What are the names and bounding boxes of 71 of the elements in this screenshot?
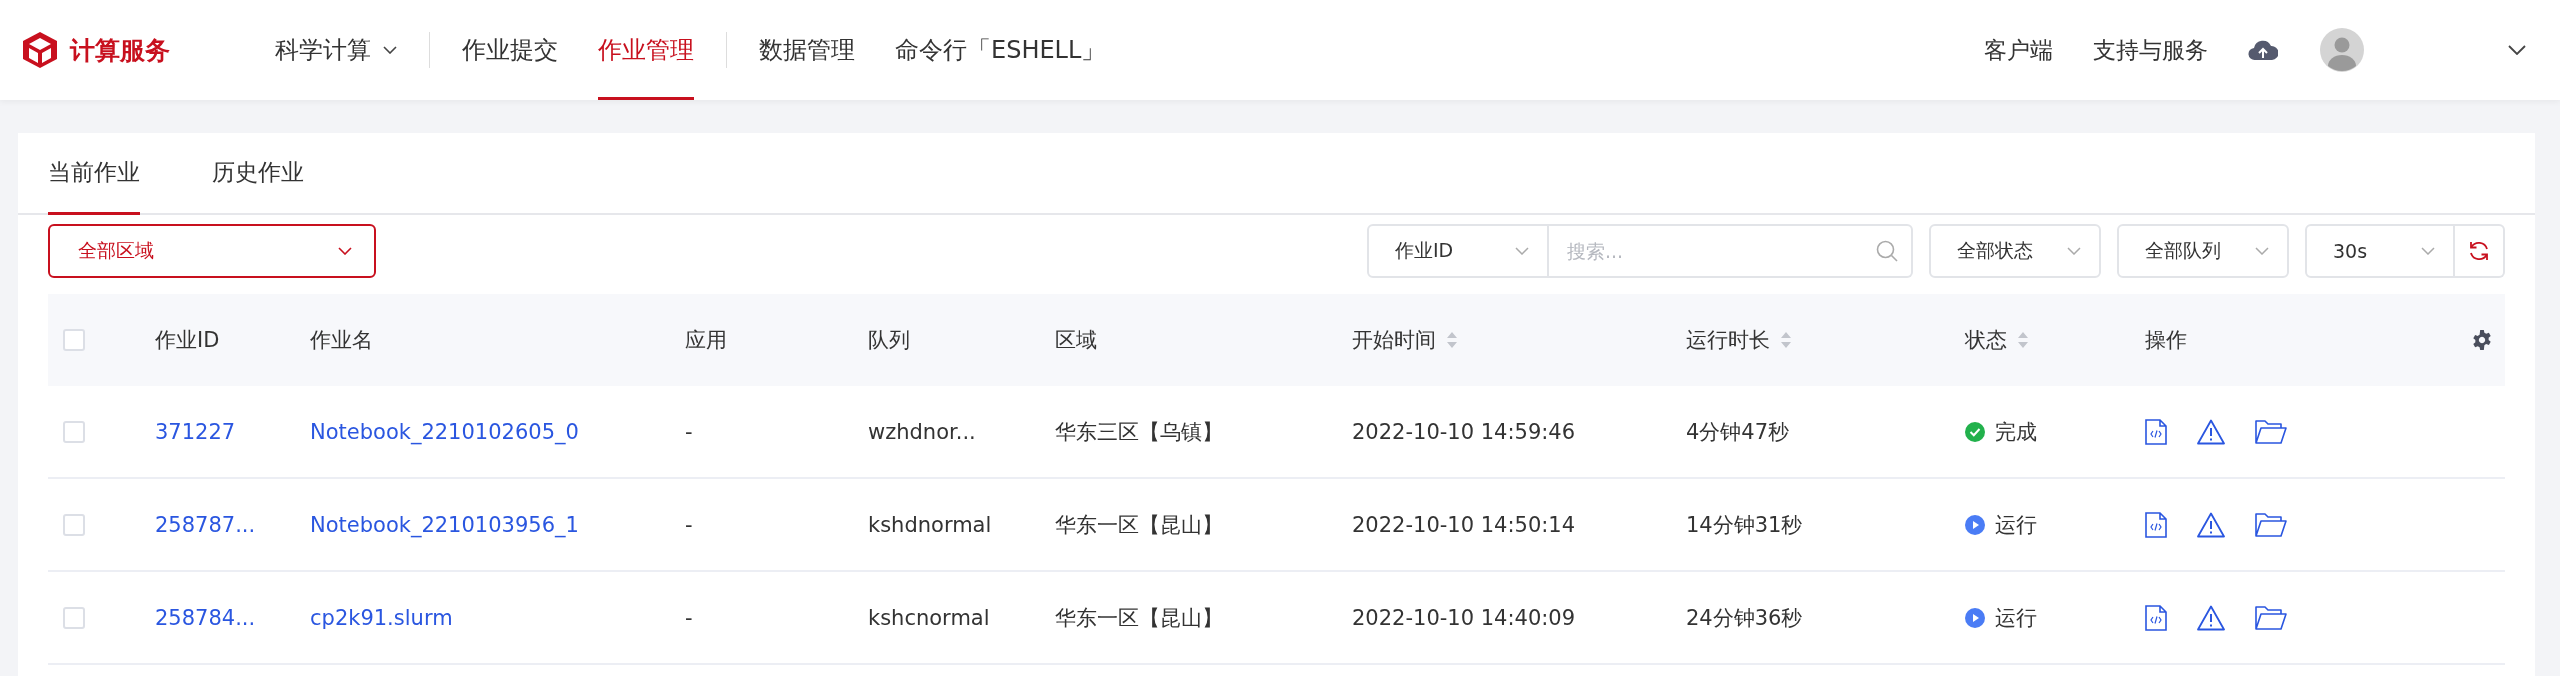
table-cell-text: 14分钟31秒: [1686, 511, 1803, 539]
job-id-link[interactable]: 371227: [155, 419, 236, 444]
search-type-select[interactable]: 作业ID: [1367, 224, 1549, 278]
refresh-icon[interactable]: [2467, 239, 2491, 263]
nav-item[interactable]: 命令行「ESHELL」: [895, 0, 1106, 100]
column-header: 应用: [685, 327, 727, 354]
column-header: 状态: [1965, 327, 2007, 354]
job-name-link[interactable]: Notebook_2210103956_1: [310, 512, 579, 537]
chevron-down-icon[interactable]: [338, 247, 352, 255]
code-file-icon[interactable]: [2145, 511, 2167, 538]
folder-icon[interactable]: [2255, 605, 2287, 630]
chevron-down-icon[interactable]: [383, 46, 397, 54]
chevron-down-icon[interactable]: [2508, 45, 2526, 55]
column-header: 作业名: [310, 327, 373, 354]
table-cell-text: 华东一区【昆山】: [1055, 604, 1223, 632]
header-link[interactable]: 支持与服务: [2093, 34, 2208, 66]
status-text: 完成: [1995, 418, 2037, 446]
settings-icon[interactable]: [2471, 329, 2493, 351]
queue-select[interactable]: 全部队列: [2117, 224, 2289, 278]
warning-icon[interactable]: [2197, 418, 2225, 445]
column-header: 开始时间: [1352, 327, 1436, 354]
table-cell-text: 华东三区【乌镇】: [1055, 418, 1223, 446]
logo-text: 计算服务: [70, 34, 170, 67]
tab[interactable]: 当前作业: [48, 133, 140, 215]
table-cell: -: [685, 605, 693, 630]
table-cell: 2022-10-10 14:50:14: [1352, 512, 1576, 537]
table-cell: -: [685, 419, 693, 444]
folder-icon[interactable]: [2255, 512, 2287, 537]
table-cell: wzhdnor...: [868, 419, 976, 444]
table-cell: kshdnormal: [868, 512, 992, 537]
column-header: 作业ID: [155, 327, 220, 354]
job-name-link[interactable]: cp2k91.slurm: [310, 605, 453, 630]
job-id-link[interactable]: 258784...: [155, 605, 256, 630]
row-checkbox[interactable]: [63, 420, 85, 443]
status-text: 运行: [1995, 604, 2037, 632]
column-header: 运行时长: [1686, 327, 1770, 354]
status-select[interactable]: 全部状态: [1929, 224, 2101, 278]
code-file-icon[interactable]: [2145, 418, 2167, 445]
table-cell: 2022-10-10 14:59:46: [1352, 419, 1576, 444]
select-all-checkbox[interactable]: [63, 329, 85, 351]
interval-select[interactable]: 30s: [2305, 224, 2455, 278]
table-cell: -: [685, 512, 693, 537]
job-name-link[interactable]: Notebook_2210102605_0: [310, 419, 579, 444]
cloud-upload-icon[interactable]: [2248, 39, 2278, 61]
column-header: 操作: [2145, 327, 2187, 354]
row-checkbox[interactable]: [63, 513, 85, 536]
header-link[interactable]: 客户端: [1984, 34, 2053, 66]
folder-icon[interactable]: [2255, 419, 2287, 444]
table-cell-text: 华东一区【昆山】: [1055, 511, 1223, 539]
nav-item[interactable]: 作业管理: [598, 0, 694, 100]
nav-item[interactable]: 作业提交: [462, 0, 558, 100]
code-file-icon[interactable]: [2145, 604, 2167, 631]
table-cell-text: 24分钟36秒: [1686, 604, 1803, 632]
status-text: 运行: [1995, 511, 2037, 539]
tab[interactable]: 历史作业: [212, 133, 304, 215]
nav-item[interactable]: 数据管理: [759, 0, 855, 100]
column-header: 区域: [1055, 327, 1097, 354]
search-field[interactable]: 搜索...: [1549, 224, 1913, 278]
row-checkbox[interactable]: [63, 606, 85, 629]
refresh-button[interactable]: [2455, 224, 2505, 278]
warning-icon[interactable]: [2197, 511, 2225, 538]
table-cell: kshcnormal: [868, 605, 990, 630]
job-id-link[interactable]: 258787...: [155, 512, 256, 537]
avatar-icon[interactable]: [2320, 28, 2364, 72]
table-cell-text: 4分钟47秒: [1686, 418, 1790, 446]
column-header: 队列: [868, 327, 910, 354]
table-cell: 2022-10-10 14:40:09: [1352, 605, 1576, 630]
region-select[interactable]: 全部区域: [48, 224, 376, 278]
warning-icon[interactable]: [2197, 604, 2225, 631]
nav-item[interactable]: 科学计算: [275, 0, 397, 100]
cube-logo-icon: [20, 30, 60, 70]
